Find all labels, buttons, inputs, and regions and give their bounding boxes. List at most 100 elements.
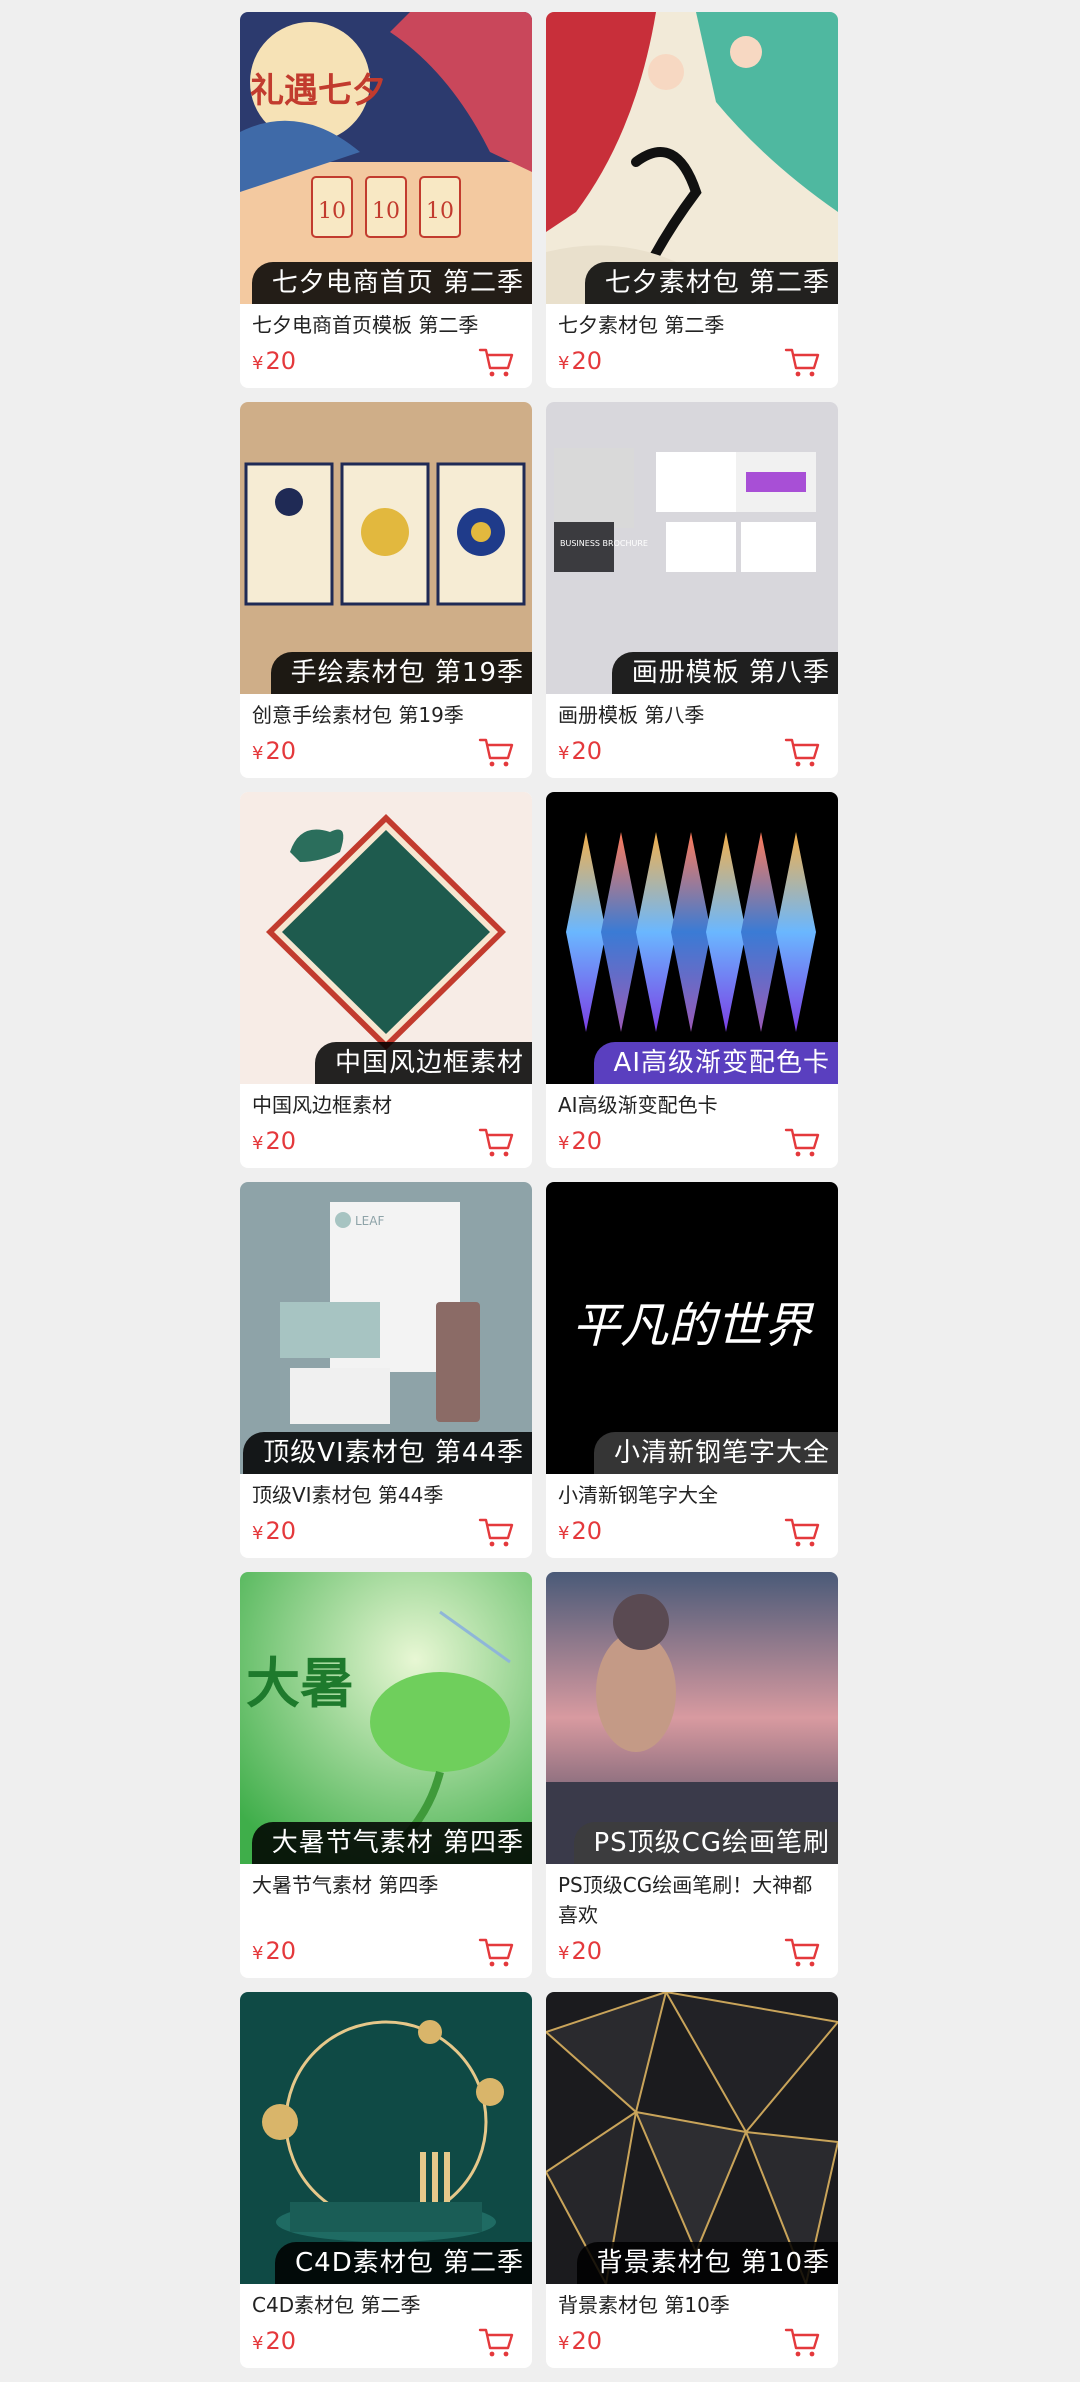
currency-symbol: ¥ <box>558 1943 570 1964</box>
coupon-value: 10 <box>372 199 400 224</box>
product-card[interactable]: AI高级渐变配色卡 AI高级渐变配色卡 ¥20 <box>546 792 838 1168</box>
price-value: 20 <box>571 1127 602 1155</box>
cart-icon[interactable] <box>478 346 514 378</box>
product-thumbnail[interactable]: 10 10 10 礼遇七夕 七夕电商首页 第二季 <box>240 12 532 304</box>
cart-icon[interactable] <box>478 1126 514 1158</box>
price-row: ¥20 <box>558 344 826 378</box>
currency-symbol: ¥ <box>252 1943 264 1964</box>
product-card[interactable]: 背景素材包 第10季 背景素材包 第10季 ¥20 <box>546 1992 838 2368</box>
price-value: 20 <box>571 1517 602 1545</box>
product-thumbnail[interactable]: 背景素材包 第10季 <box>546 1992 838 2284</box>
product-thumbnail[interactable]: 平凡的世界 小清新钢笔字大全 <box>546 1182 838 1474</box>
product-title[interactable]: PS顶级CG绘画笔刷！大神都喜欢 <box>558 1870 826 1930</box>
product-card[interactable]: BUSINESS BROCHURE 画册模板 第八季 画册模板 第八季 ¥20 <box>546 402 838 778</box>
price-value: 20 <box>265 737 296 765</box>
product-info: 背景素材包 第10季 ¥20 <box>546 2284 838 2368</box>
qixi-ecommerce-image: 10 10 10 礼遇七夕 <box>240 12 532 304</box>
product-info: 七夕电商首页模板 第二季 ¥20 <box>240 304 532 388</box>
product-info: 小清新钢笔字大全 ¥20 <box>546 1474 838 1558</box>
product-badge: C4D素材包 第二季 <box>275 2242 532 2284</box>
product-info: 画册模板 第八季 ¥20 <box>546 694 838 778</box>
cart-icon[interactable] <box>784 1936 820 1968</box>
product-card[interactable]: 平凡的世界 小清新钢笔字大全 小清新钢笔字大全 ¥20 <box>546 1182 838 1558</box>
currency-symbol: ¥ <box>558 353 570 374</box>
product-badge: 七夕电商首页 第二季 <box>251 262 532 304</box>
product-card[interactable]: 七夕素材包 第二季 七夕素材包 第二季 ¥20 <box>546 12 838 388</box>
price-row: ¥20 <box>558 1124 826 1158</box>
vi-stationery-image: LEAF <box>240 1182 532 1474</box>
coupon-value: 10 <box>426 199 454 224</box>
product-card[interactable]: C4D素材包 第二季 C4D素材包 第二季 ¥20 <box>240 1992 532 2368</box>
cart-icon[interactable] <box>784 1126 820 1158</box>
product-card[interactable]: LEAF 顶级VI素材包 第44季 顶级VI素材包 第44季 ¥20 <box>240 1182 532 1558</box>
product-title[interactable]: 画册模板 第八季 <box>558 700 826 730</box>
product-thumbnail[interactable]: 大暑 大暑节气素材 第四季 <box>240 1572 532 1864</box>
price-row: ¥20 <box>252 1514 520 1548</box>
currency-symbol: ¥ <box>252 1523 264 1544</box>
product-price: ¥20 <box>558 1517 602 1545</box>
cart-icon[interactable] <box>784 1516 820 1548</box>
currency-symbol: ¥ <box>252 353 264 374</box>
product-badge: 七夕素材包 第二季 <box>584 262 838 304</box>
product-info: C4D素材包 第二季 ¥20 <box>240 2284 532 2368</box>
brochure-title-text: BUSINESS BROCHURE <box>560 539 648 548</box>
product-card[interactable]: 大暑 大暑节气素材 第四季 大暑节气素材 第四季 ¥20 <box>240 1572 532 1978</box>
product-title[interactable]: 大暑节气素材 第四季 <box>252 1870 520 1930</box>
product-thumbnail[interactable]: 中国风边框素材 <box>240 792 532 1084</box>
cart-icon[interactable] <box>478 2326 514 2358</box>
product-thumbnail[interactable]: BUSINESS BROCHURE 画册模板 第八季 <box>546 402 838 694</box>
vi-brand-text: LEAF <box>355 1214 384 1228</box>
product-thumbnail[interactable]: LEAF 顶级VI素材包 第44季 <box>240 1182 532 1474</box>
hand-drawn-tarot-image <box>240 402 532 694</box>
product-title[interactable]: 小清新钢笔字大全 <box>558 1480 826 1510</box>
product-title[interactable]: 七夕电商首页模板 第二季 <box>252 310 520 340</box>
product-card[interactable]: 中国风边框素材 中国风边框素材 ¥20 <box>240 792 532 1168</box>
product-title[interactable]: 中国风边框素材 <box>252 1090 520 1120</box>
product-info: 中国风边框素材 ¥20 <box>240 1084 532 1168</box>
cg-brush-painting-image <box>546 1572 838 1864</box>
cart-icon[interactable] <box>478 1516 514 1548</box>
cart-icon[interactable] <box>478 1936 514 1968</box>
product-title[interactable]: 七夕素材包 第二季 <box>558 310 826 340</box>
product-title[interactable]: 背景素材包 第10季 <box>558 2290 826 2320</box>
product-info: 顶级VI素材包 第44季 ¥20 <box>240 1474 532 1558</box>
product-title[interactable]: AI高级渐变配色卡 <box>558 1090 826 1120</box>
cart-icon[interactable] <box>784 346 820 378</box>
product-price: ¥20 <box>252 1937 296 1965</box>
product-price: ¥20 <box>252 1517 296 1545</box>
product-grid: 10 10 10 礼遇七夕 七夕电商首页 第二季 七夕电商首页模板 第二季 ¥2… <box>240 12 840 2382</box>
price-value: 20 <box>265 1937 296 1965</box>
product-badge: PS顶级CG绘画笔刷 <box>573 1822 838 1864</box>
product-thumbnail[interactable]: 七夕素材包 第二季 <box>546 12 838 304</box>
product-info: 大暑节气素材 第四季 ¥20 <box>240 1864 532 1978</box>
product-thumbnail[interactable]: AI高级渐变配色卡 <box>546 792 838 1084</box>
product-card[interactable]: 10 10 10 礼遇七夕 七夕电商首页 第二季 七夕电商首页模板 第二季 ¥2… <box>240 12 532 388</box>
cart-icon[interactable] <box>784 2326 820 2358</box>
product-price: ¥20 <box>252 1127 296 1155</box>
price-value: 20 <box>265 2327 296 2355</box>
price-value: 20 <box>265 347 296 375</box>
price-row: ¥20 <box>558 1514 826 1548</box>
product-price: ¥20 <box>558 1127 602 1155</box>
currency-symbol: ¥ <box>558 1523 570 1544</box>
price-value: 20 <box>571 2327 602 2355</box>
product-thumbnail[interactable]: 手绘素材包 第19季 <box>240 402 532 694</box>
product-card[interactable]: PS顶级CG绘画笔刷 PS顶级CG绘画笔刷！大神都喜欢 ¥20 <box>546 1572 838 1978</box>
currency-symbol: ¥ <box>252 743 264 764</box>
price-value: 20 <box>571 1937 602 1965</box>
cart-icon[interactable] <box>784 736 820 768</box>
product-card[interactable]: 手绘素材包 第19季 创意手绘素材包 第19季 ¥20 <box>240 402 532 778</box>
product-thumbnail[interactable]: PS顶级CG绘画笔刷 <box>546 1572 838 1864</box>
price-row: ¥20 <box>252 344 520 378</box>
price-row: ¥20 <box>252 734 520 768</box>
product-thumbnail[interactable]: C4D素材包 第二季 <box>240 1992 532 2284</box>
product-title[interactable]: 顶级VI素材包 第44季 <box>252 1480 520 1510</box>
currency-symbol: ¥ <box>558 1133 570 1154</box>
product-price: ¥20 <box>558 347 602 375</box>
product-badge: 顶级VI素材包 第44季 <box>243 1432 532 1474</box>
calligraphy-image: 平凡的世界 <box>546 1182 838 1474</box>
cart-icon[interactable] <box>478 736 514 768</box>
product-title[interactable]: C4D素材包 第二季 <box>252 2290 520 2320</box>
product-price: ¥20 <box>252 347 296 375</box>
product-title[interactable]: 创意手绘素材包 第19季 <box>252 700 520 730</box>
